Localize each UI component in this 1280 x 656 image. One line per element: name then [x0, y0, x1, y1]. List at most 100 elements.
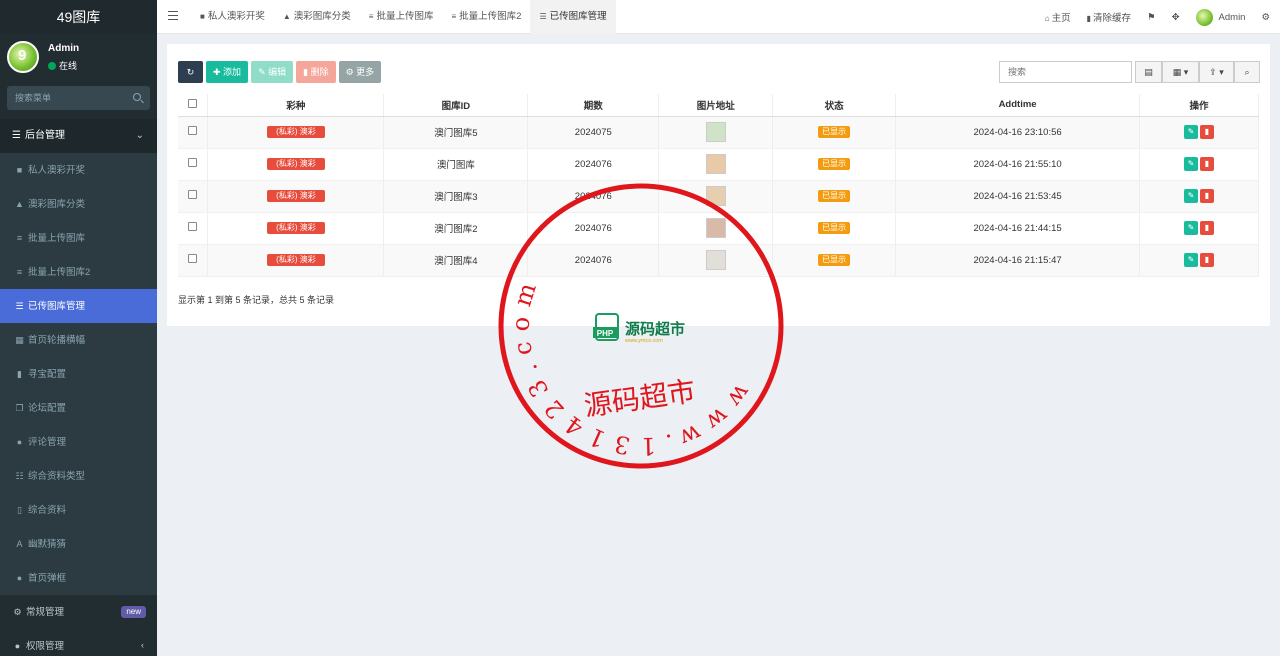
- new-badge: new: [121, 606, 146, 618]
- card-view-button[interactable]: ▤: [1135, 61, 1162, 83]
- column-header[interactable]: 彩种: [207, 94, 385, 117]
- category-cell: (私彩) 澳彩: [207, 212, 385, 245]
- gallery-id-cell: 澳门图库4: [383, 244, 529, 277]
- sidebar-item-label: 批量上传图库2: [28, 267, 91, 278]
- menu-header-backend[interactable]: ☰ 后台管理 ⌄: [0, 119, 157, 153]
- clear-cache-button[interactable]: ▮ 清除缓存: [1087, 10, 1131, 24]
- sidebar-item-general[interactable]: ⚙ 常规管理 new: [0, 595, 157, 629]
- sidebar-item-8[interactable]: ● 评论管理: [0, 425, 157, 459]
- sidebar-item-4[interactable]: ☰ 已传图库管理: [0, 289, 157, 323]
- tab-4[interactable]: ☰ 已传图库管理: [530, 0, 616, 34]
- row-checkbox[interactable]: [188, 158, 198, 167]
- sidebar-item-7[interactable]: ❐ 论坛配置: [0, 391, 157, 425]
- edit-button[interactable]: ✎ 编辑: [251, 61, 294, 83]
- briefcase-icon: ■: [200, 12, 205, 21]
- tab-3[interactable]: ≡ 批量上传图库2: [442, 0, 530, 34]
- row-edit-icon[interactable]: ✎: [1184, 253, 1198, 267]
- app-logo[interactable]: 49图库: [0, 0, 157, 34]
- sidebar-item-5[interactable]: ▦ 首页轮播横幅: [0, 323, 157, 357]
- row-checkbox[interactable]: [188, 126, 198, 135]
- tab-0[interactable]: ■ 私人澳彩开奖: [191, 0, 274, 34]
- column-header[interactable]: Addtime: [895, 94, 1140, 117]
- file-icon: ▯: [17, 505, 22, 515]
- sidebar-item-11[interactable]: A 幽默猜猜: [0, 527, 157, 561]
- table-row[interactable]: (私彩) 澳彩 澳门图库5 2024075 已显示 2024-04-16 23:10:5…: [178, 116, 1259, 149]
- table-row[interactable]: (私彩) 澳彩 澳门图库2 2024076 已显示 2024-04-16 21:44:1…: [178, 212, 1259, 245]
- refresh-button[interactable]: ↻: [178, 61, 203, 83]
- home-link[interactable]: ⌂ 主页: [1045, 10, 1071, 24]
- add-button[interactable]: ✚ 添加: [206, 61, 249, 83]
- comments-icon: ●: [16, 437, 23, 447]
- row-edit-icon[interactable]: ✎: [1184, 125, 1198, 139]
- row-delete-icon[interactable]: ▮: [1200, 189, 1214, 203]
- language-icon: A: [16, 539, 23, 549]
- more-button[interactable]: ⚙ 更多: [338, 61, 382, 83]
- sidebar-item-12[interactable]: ● 首页弹框: [0, 561, 157, 595]
- column-header[interactable]: 图库ID: [383, 94, 529, 117]
- image-thumbnail[interactable]: [705, 186, 726, 206]
- sidebar-item-label: 权限管理: [26, 641, 65, 652]
- table-row[interactable]: (私彩) 澳彩 澳门图库3 2024076 已显示 2024-04-16 21:53:4…: [178, 180, 1259, 213]
- column-header[interactable]: 状态: [772, 94, 897, 117]
- content-panel: ↻ ✚ 添加 ✎ 编辑 ▮ 删除 ⚙ 更多 ▤ ▦ ▾ ⇪ ▾ ⌕ 彩种 图库I…: [167, 44, 1270, 326]
- admin-menu[interactable]: Admin: [1195, 8, 1246, 26]
- fullscreen-icon[interactable]: ✥: [1172, 12, 1180, 23]
- delete-button-label: 删除: [310, 67, 329, 77]
- row-checkbox[interactable]: [188, 222, 198, 231]
- sidebar-item-6[interactable]: ▮ 寻宝配置: [0, 357, 157, 391]
- row-edit-icon[interactable]: ✎: [1184, 157, 1198, 171]
- sidebar-toggle-icon[interactable]: [168, 11, 178, 20]
- row-edit-icon[interactable]: ✎: [1184, 221, 1198, 235]
- tab-1[interactable]: ▲ 澳彩图库分类: [274, 0, 360, 34]
- table-search-input[interactable]: [1000, 62, 1131, 82]
- column-header: 操作: [1139, 94, 1259, 117]
- image-thumbnail[interactable]: [705, 250, 726, 270]
- row-checkbox[interactable]: [188, 190, 198, 199]
- sidebar-item-label: 私人澳彩开奖: [28, 165, 86, 176]
- home-icon: ⌂: [1044, 14, 1050, 23]
- admin-name: Admin: [1218, 11, 1246, 23]
- image-thumbnail[interactable]: [705, 122, 726, 142]
- image-thumbnail[interactable]: [705, 154, 726, 174]
- delete-button[interactable]: ▮ 删除: [296, 61, 336, 83]
- table-row[interactable]: (私彩) 澳彩 澳门图库 2024076 已显示 2024-04-16 21:55:10…: [178, 148, 1259, 181]
- row-delete-icon[interactable]: ▮: [1200, 253, 1214, 267]
- select-all-checkbox[interactable]: [188, 98, 198, 108]
- addtime-cell: 2024-04-16 21:53:45: [895, 180, 1140, 213]
- search-toggle-button[interactable]: ⌕: [1234, 61, 1260, 83]
- row-delete-icon[interactable]: ▮: [1200, 157, 1214, 171]
- export-button[interactable]: ⇪ ▾: [1199, 61, 1234, 83]
- sidebar-search-input[interactable]: [7, 86, 125, 110]
- status-badge[interactable]: 已显示: [818, 254, 851, 266]
- settings-icon[interactable]: ⚙: [1261, 12, 1270, 23]
- sidebar-item-2[interactable]: ≡ 批量上传图库: [0, 221, 157, 255]
- row-delete-icon[interactable]: ▮: [1200, 221, 1214, 235]
- status-badge[interactable]: 已显示: [818, 158, 851, 170]
- database-icon: ≡: [16, 233, 23, 243]
- language-icon[interactable]: ⚑: [1147, 12, 1156, 23]
- search-icon[interactable]: [133, 93, 141, 101]
- status-badge[interactable]: 已显示: [818, 126, 851, 138]
- sidebar-item-label: 论坛配置: [28, 403, 67, 414]
- sidebar-item-1[interactable]: ▲ 澳彩图库分类: [0, 187, 157, 221]
- status-badge[interactable]: 已显示: [818, 222, 851, 234]
- tab-2[interactable]: ≡ 批量上传图库: [360, 0, 443, 34]
- sidebar-item-3[interactable]: ≡ 批量上传图库2: [0, 255, 157, 289]
- sidebar-item-0[interactable]: ■ 私人澳彩开奖: [0, 153, 157, 187]
- sidebar-item-label: 首页弹框: [28, 573, 67, 584]
- row-edit-icon[interactable]: ✎: [1184, 189, 1198, 203]
- table-row[interactable]: (私彩) 澳彩 澳门图库4 2024076 已显示 2024-04-16 21:15:4…: [178, 244, 1259, 277]
- image-thumbnail[interactable]: [705, 218, 726, 238]
- period-cell: 2024076: [527, 244, 660, 277]
- category-badge: (私彩) 澳彩: [267, 254, 325, 266]
- column-header[interactable]: 期数: [527, 94, 660, 117]
- row-delete-icon[interactable]: ▮: [1200, 125, 1214, 139]
- sidebar-item-10[interactable]: ▯ 综合资料: [0, 493, 157, 527]
- row-checkbox[interactable]: [188, 254, 198, 263]
- sidebar-item-permission[interactable]: ● 权限管理 ‹: [0, 629, 157, 656]
- status-badge[interactable]: 已显示: [818, 190, 851, 202]
- database-icon: ≡: [16, 267, 23, 277]
- sidebar-item-9[interactable]: ☷ 综合资料类型: [0, 459, 157, 493]
- column-header[interactable]: 图片地址: [658, 94, 774, 117]
- columns-button[interactable]: ▦ ▾: [1162, 61, 1199, 83]
